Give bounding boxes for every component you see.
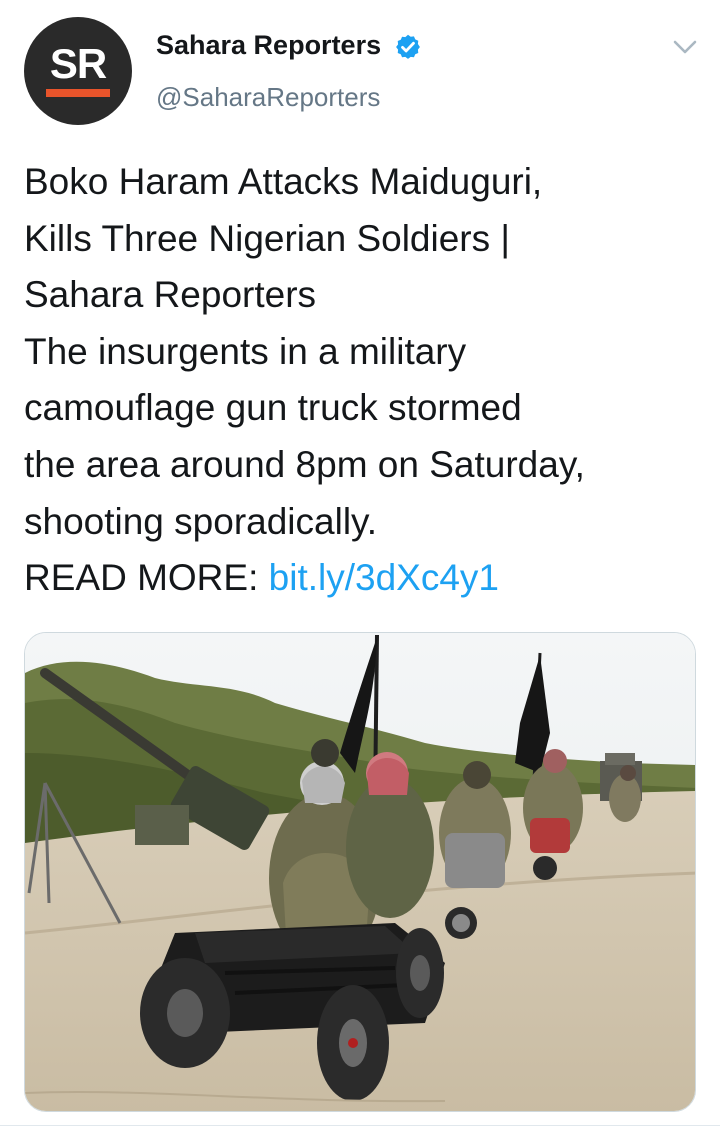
tweet-photo[interactable] xyxy=(24,632,696,1112)
tweet-text-line: the area around 8pm on Saturday, xyxy=(24,443,585,485)
tweet-card[interactable]: SR Sahara Reporters @SaharaReporters Bok… xyxy=(0,0,720,1129)
photo-icon xyxy=(25,633,695,1111)
avatar[interactable]: SR xyxy=(24,17,132,125)
display-name[interactable]: Sahara Reporters xyxy=(156,30,381,61)
verified-badge-icon xyxy=(396,34,420,59)
tweet-text-line: shooting sporadically. xyxy=(24,500,378,542)
read-more-label: READ MORE: xyxy=(24,557,259,599)
avatar-underline xyxy=(46,89,110,97)
tweet-text: Boko Haram Attacks Maiduguri, Kills Thre… xyxy=(24,154,704,607)
tweet-text-line: Sahara Reporters xyxy=(24,274,317,316)
user-handle[interactable]: @SaharaReporters xyxy=(156,82,380,113)
tweet-text-line: Kills Three Nigerian Soldiers | xyxy=(24,217,511,259)
tweet-text-line: Boko Haram Attacks Maiduguri, xyxy=(24,161,543,202)
tweet-text-line: The insurgents in a military xyxy=(24,330,467,372)
article-link[interactable]: bit.ly/3dXc4y1 xyxy=(269,557,499,598)
tweet-text-line: camouflage gun truck stormed xyxy=(24,387,522,429)
divider xyxy=(0,1125,720,1126)
avatar-initials: SR xyxy=(49,40,107,87)
chevron-down-icon[interactable] xyxy=(670,34,700,60)
read-more-line: READ MORE: bit.ly/3dXc4y1 xyxy=(24,550,704,607)
